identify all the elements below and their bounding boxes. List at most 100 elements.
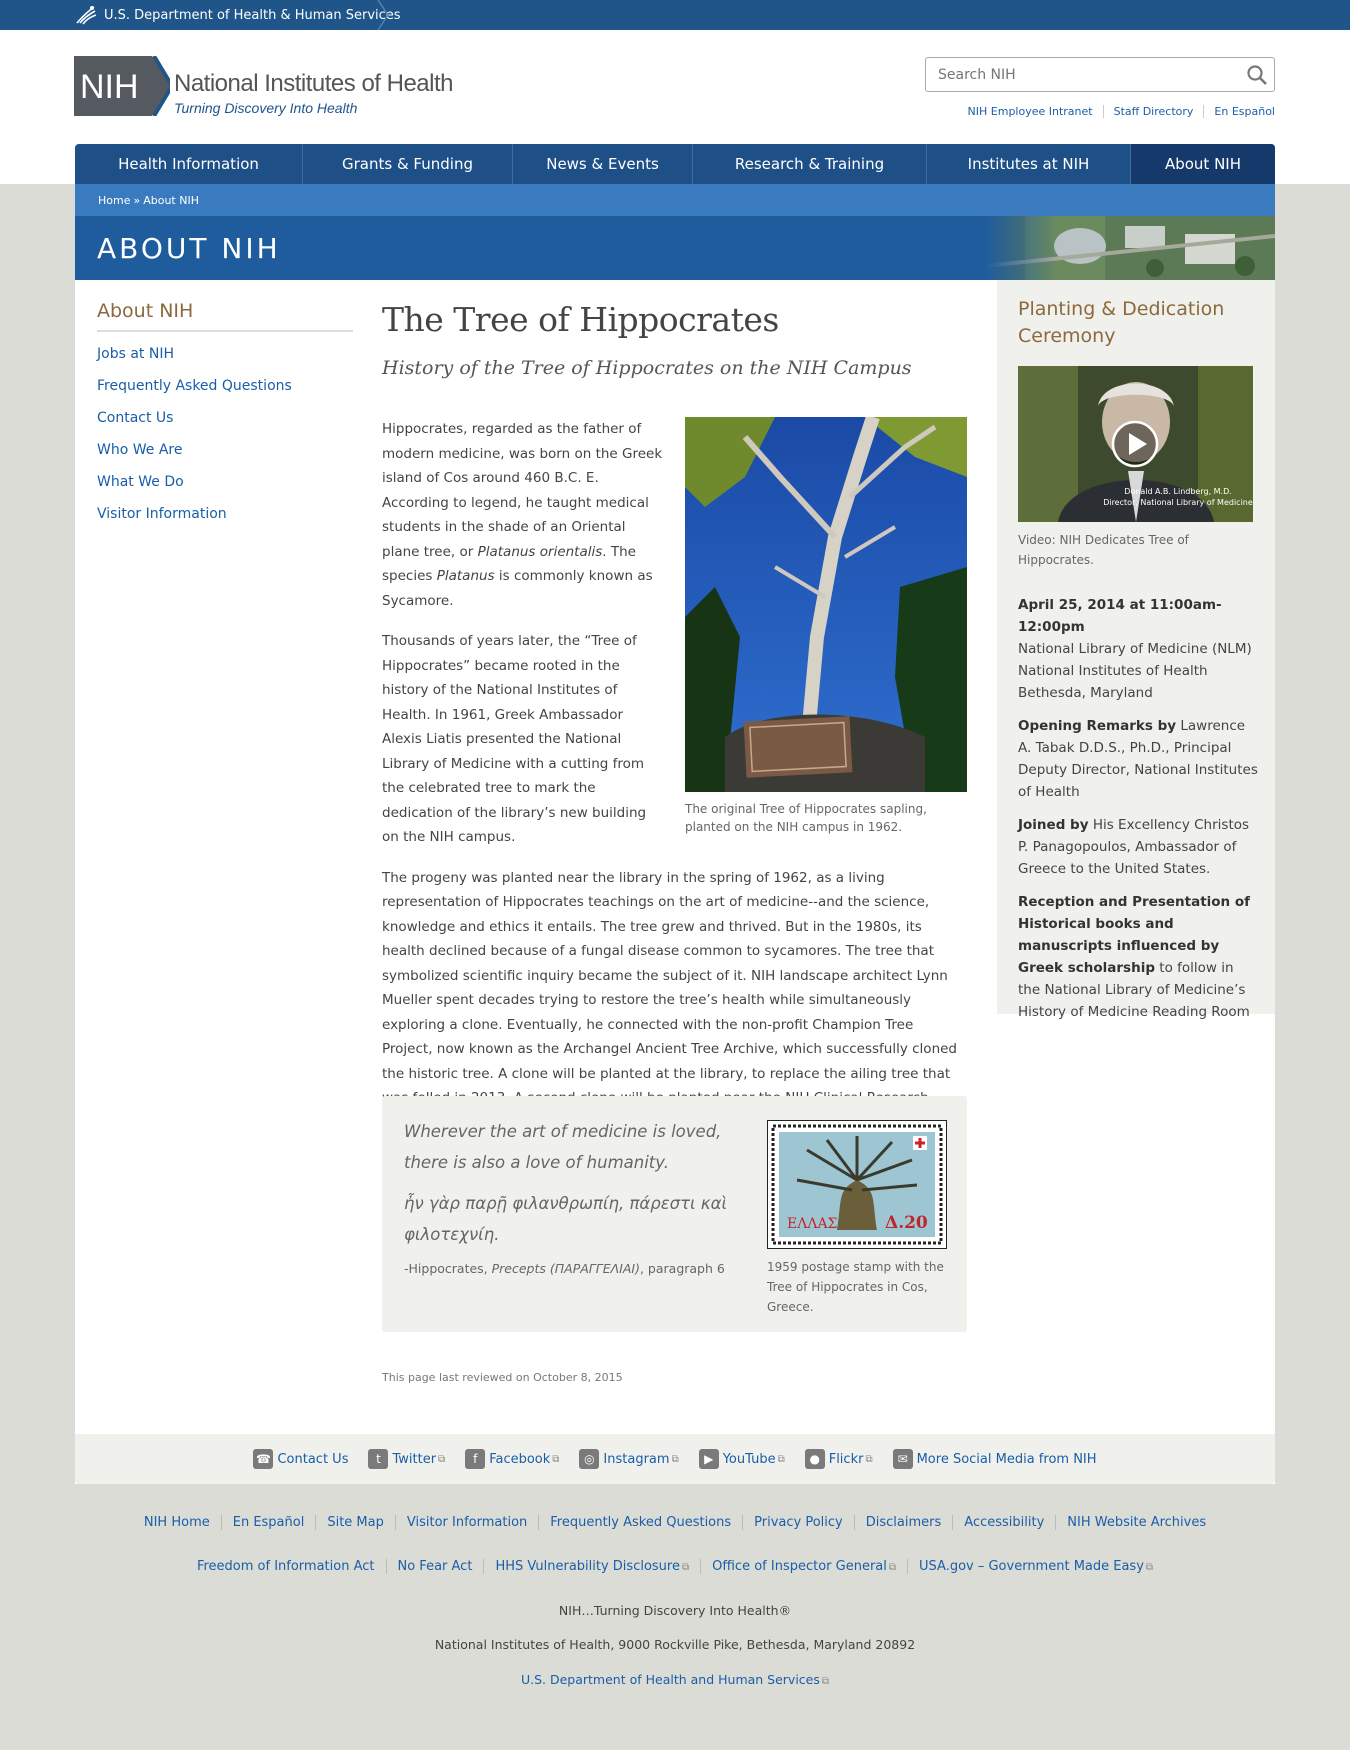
footer-link-privacy[interactable]: Privacy Policy [742,1515,854,1530]
twitter-icon: t [368,1449,389,1469]
footer-link-no-fear[interactable]: No Fear Act [385,1559,484,1574]
footer-hhs-link[interactable]: U.S. Department of Health and Human Serv… [0,1672,1350,1687]
article-subtitle: History of the Tree of Hippocrates on th… [382,357,912,379]
external-link-icon: ⧉ [821,1676,830,1687]
footer-link-vulnerability[interactable]: HHS Vulnerability Disclosure ⧉ [483,1559,700,1574]
footer-link-usa-gov[interactable]: USA.gov – Government Made Easy ⧉ [907,1559,1164,1574]
footer-link-archives[interactable]: NIH Website Archives [1055,1515,1217,1530]
breadcrumb-separator: » [133,193,141,207]
left-nav-item-contact[interactable]: Contact Us [97,406,353,438]
logo-tagline: Turning Discovery Into Health [174,100,358,116]
sidebar-title: Planting & Dedication Ceremony [1018,298,1225,347]
footer-address: National Institutes of Health, 9000 Rock… [434,1637,916,1652]
footer-link-inspector-general[interactable]: Office of Inspector General ⧉ [700,1559,907,1574]
search-input[interactable] [926,58,1226,91]
postage-stamp-image: ΕΛΛΑΣ Δ.20 [767,1120,947,1249]
tree-figure: The original Tree of Hippocrates sapling… [685,417,967,836]
video-thumbnail[interactable]: Donald A.B. Lindberg, M.D. Director, Nat… [1018,366,1253,522]
page-title: The Tree of Hippocrates [382,300,779,339]
hhs-eagle-icon [76,6,97,25]
utility-links: NIH Employee Intranet Staff Directory En… [958,105,1275,118]
external-link-icon: ⧉ [438,1453,446,1465]
breadcrumb-current[interactable]: About NIH [143,194,199,207]
nih-logo-mark: NIH [74,56,170,116]
nav-about-nih[interactable]: About NIH [1131,144,1275,184]
quote: Wherever the art of medicine is loved, t… [404,1116,749,1278]
video-overlay-role: Director, National Library of Medicine [1103,498,1253,507]
hhs-bar: U.S. Department of Health & Human Servic… [0,0,1350,30]
left-nav-item-who-we-are[interactable]: Who We Are [97,438,353,470]
facebook-icon: f [465,1449,486,1469]
event-date-location: April 25, 2014 at 11:00am-12:00pm Nation… [1018,594,1258,704]
footer-link-disclaimers[interactable]: Disclaimers [853,1515,953,1530]
campus-aerial-image [985,216,1275,280]
social-facebook[interactable]: f Facebook ⧉ [465,1449,559,1469]
hhs-label: U.S. Department of Health & Human Servic… [104,7,401,23]
social-flickr[interactable]: ● Flickr ⧉ [804,1449,873,1469]
external-link-icon: ⧉ [1145,1562,1154,1573]
quote-source: -Hippocrates, Precepts (ΠΑΡΑΓΓΕΛΙΑΙ), pa… [404,1261,725,1276]
left-nav-list: Jobs at NIH Frequently Asked Questions C… [97,342,353,534]
util-link-espanol[interactable]: En Español [1203,105,1275,118]
footer-link-foia[interactable]: Freedom of Information Act [186,1559,386,1574]
event-location-3: Bethesda, Maryland [1018,685,1153,701]
logo-title: National Institutes of Health [174,70,454,97]
nav-institutes[interactable]: Institutes at NIH [927,144,1131,184]
event-location-2: National Institutes of Health [1018,663,1208,679]
event-sidebar: Planting & Dedication Ceremony Donald A.… [997,280,1275,1020]
nih-logo[interactable]: NIH National Institutes of Health Turnin… [74,56,454,116]
event-joined: Joined by His Excellency Christos P. Pan… [1018,817,1250,877]
search-icon[interactable] [1246,64,1268,86]
quote-english: Wherever the art of medicine is loved, t… [404,1122,722,1172]
article-body: The original Tree of Hippocrates sapling… [382,417,967,1135]
tree-caption: The original Tree of Hippocrates sapling… [685,802,927,834]
left-nav-item-visitor-info[interactable]: Visitor Information [97,502,353,534]
stamp-value: Δ.20 [885,1213,928,1233]
nav-health-information[interactable]: Health Information [75,144,303,184]
logo-text: National Institutes of Health Turning Di… [174,56,454,116]
util-link-intranet[interactable]: NIH Employee Intranet [958,105,1103,118]
breadcrumb-home[interactable]: Home [98,194,130,207]
quote-greek: ἦν γὰρ παρῇ φιλανθρωπίη, πάρεστι καὶ φιλ… [404,1194,728,1244]
flickr-icon: ● [804,1449,825,1469]
footer-links-row-1: NIH Home En Español Site Map Visitor Inf… [0,1515,1350,1530]
event-date: April 25, 2014 at 11:00am-12:00pm [1018,597,1222,635]
youtube-icon: ▶ [698,1449,719,1469]
stamp-caption: 1959 postage stamp with the Tree of Hipp… [767,1260,944,1314]
social-twitter[interactable]: t Twitter ⧉ [368,1449,445,1469]
left-nav-title[interactable]: About NIH [97,300,353,332]
video-caption: Video: NIH Dedicates Tree of Hippocrates… [1018,533,1189,567]
article: The Tree of Hippocrates History of the T… [382,300,967,1384]
external-link-icon: ⧉ [865,1453,873,1465]
main-nav: Health Information Grants & Funding News… [75,144,1275,184]
external-link-icon: ⧉ [777,1453,785,1465]
hhs-link[interactable]: U.S. Department of Health & Human Servic… [74,0,401,30]
footer-link-nih-home[interactable]: NIH Home [133,1515,221,1530]
event-remarks: Opening Remarks by Lawrence A. Tabak D.D… [1018,718,1258,800]
stamp-figure: ΕΛΛΑΣ Δ.20 1959 postage stamp with the T… [767,1120,947,1317]
footer-links-row-2: Freedom of Information Act No Fear Act H… [0,1559,1350,1574]
chevron-right-icon [377,0,389,30]
nav-research-training[interactable]: Research & Training [693,144,927,184]
nav-news-events[interactable]: News & Events [513,144,693,184]
footer-link-visitor-info[interactable]: Visitor Information [394,1515,538,1530]
section-banner: ABOUT NIH [75,216,1275,280]
util-link-staff-directory[interactable]: Staff Directory [1102,105,1204,118]
left-nav-item-faq[interactable]: Frequently Asked Questions [97,374,353,406]
page-content: Home » About NIH ABOUT NIH About NIH Job… [75,184,1275,1484]
last-reviewed: This page last reviewed on October 8, 20… [382,1371,623,1384]
footer-link-accessibility[interactable]: Accessibility [952,1515,1055,1530]
social-more[interactable]: ✉ More Social Media from NIH [892,1449,1097,1469]
footer-link-faq[interactable]: Frequently Asked Questions [538,1515,742,1530]
social-youtube[interactable]: ▶ YouTube ⧉ [698,1449,785,1469]
external-link-icon: ⧉ [681,1562,690,1573]
article-paragraph-3: The progeny was planted near the library… [382,869,958,1131]
social-instagram[interactable]: ◎ Instagram ⧉ [579,1449,679,1469]
footer-link-site-map[interactable]: Site Map [315,1515,395,1530]
footer-link-espanol[interactable]: En Español [220,1515,316,1530]
nav-grants-funding[interactable]: Grants & Funding [303,144,513,184]
left-nav-item-what-we-do[interactable]: What We Do [97,470,353,502]
instagram-icon: ◎ [579,1449,600,1469]
social-contact-us[interactable]: ☎ Contact Us [253,1449,348,1469]
left-nav-item-jobs[interactable]: Jobs at NIH [97,342,353,374]
